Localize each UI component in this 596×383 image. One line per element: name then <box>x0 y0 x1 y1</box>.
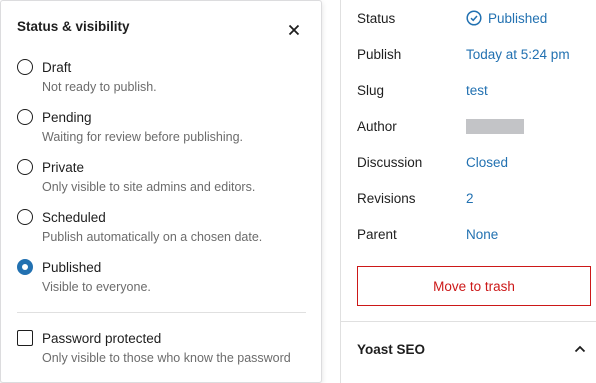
yoast-seo-panel-toggle[interactable]: Yoast SEO <box>357 337 587 361</box>
status-option-draft[interactable]: Draft Not ready to publish. <box>17 57 307 94</box>
status-option-private[interactable]: Private Only visible to site admins and … <box>17 157 307 194</box>
slug-link[interactable]: test <box>466 83 488 98</box>
scheduled-label: Scheduled <box>42 209 106 225</box>
parent-link[interactable]: None <box>466 227 498 242</box>
published-check-icon <box>466 10 482 26</box>
publish-row: Publish Today at 5:24 pm <box>357 42 587 66</box>
draft-radio[interactable] <box>17 59 33 75</box>
move-to-trash-button[interactable]: Move to trash <box>357 266 591 306</box>
pending-radio[interactable] <box>17 109 33 125</box>
password-protected-description: Only visible to those who know the passw… <box>42 351 291 365</box>
status-option-scheduled[interactable]: Scheduled Publish automatically on a cho… <box>17 207 307 244</box>
status-visibility-popover: Status & visibility Draft Not ready to p… <box>0 0 322 383</box>
panel-divider <box>341 321 596 322</box>
status-label: Status <box>357 10 396 26</box>
draft-description: Not ready to publish. <box>42 80 157 94</box>
author-selector[interactable] <box>466 118 524 134</box>
yoast-seo-title: Yoast SEO <box>357 341 426 357</box>
published-label: Published <box>42 259 102 275</box>
popover-separator <box>17 312 306 313</box>
status-option-published[interactable]: Published Visible to everyone. <box>17 257 307 294</box>
parent-row: Parent None <box>357 222 587 246</box>
status-row: Status Published <box>357 6 587 30</box>
status-value: Published <box>488 10 548 26</box>
discussion-row: Discussion Closed <box>357 150 587 174</box>
scheduled-radio[interactable] <box>17 209 33 225</box>
status-toggle[interactable]: Published <box>466 10 547 26</box>
discussion-link[interactable]: Closed <box>466 155 508 170</box>
slug-label: Slug <box>357 82 385 98</box>
author-label: Author <box>357 118 397 134</box>
revisions-label: Revisions <box>357 190 416 206</box>
revisions-link[interactable]: 2 <box>466 191 474 206</box>
discussion-label: Discussion <box>357 154 423 170</box>
private-description: Only visible to site admins and editors. <box>42 180 256 194</box>
pending-description: Waiting for review before publishing. <box>42 130 244 144</box>
scheduled-description: Publish automatically on a chosen date. <box>42 230 263 244</box>
private-label: Private <box>42 159 85 175</box>
password-protected-option[interactable]: Password protected Only visible to those… <box>17 328 307 365</box>
author-row: Author <box>357 114 587 138</box>
private-radio[interactable] <box>17 159 33 175</box>
revisions-row: Revisions 2 <box>357 186 587 210</box>
post-settings-sidebar: Status Published Publish Today at 5:24 p… <box>340 0 596 383</box>
close-icon <box>288 24 300 36</box>
pending-label: Pending <box>42 109 92 125</box>
chevron-up-icon <box>574 345 586 353</box>
parent-label: Parent <box>357 226 397 242</box>
slug-row: Slug test <box>357 78 587 102</box>
draft-label: Draft <box>42 59 72 75</box>
popover-title: Status & visibility <box>17 19 130 34</box>
close-button[interactable] <box>285 21 303 39</box>
status-option-pending[interactable]: Pending Waiting for review before publis… <box>17 107 307 144</box>
editor-stage: Status Published Publish Today at 5:24 p… <box>0 0 596 383</box>
published-description: Visible to everyone. <box>42 280 151 294</box>
password-protected-label: Password protected <box>42 330 162 346</box>
password-protected-checkbox[interactable] <box>17 330 33 346</box>
publish-label: Publish <box>357 46 402 62</box>
publish-date-link[interactable]: Today at 5:24 pm <box>466 47 570 62</box>
published-radio[interactable] <box>17 259 33 275</box>
